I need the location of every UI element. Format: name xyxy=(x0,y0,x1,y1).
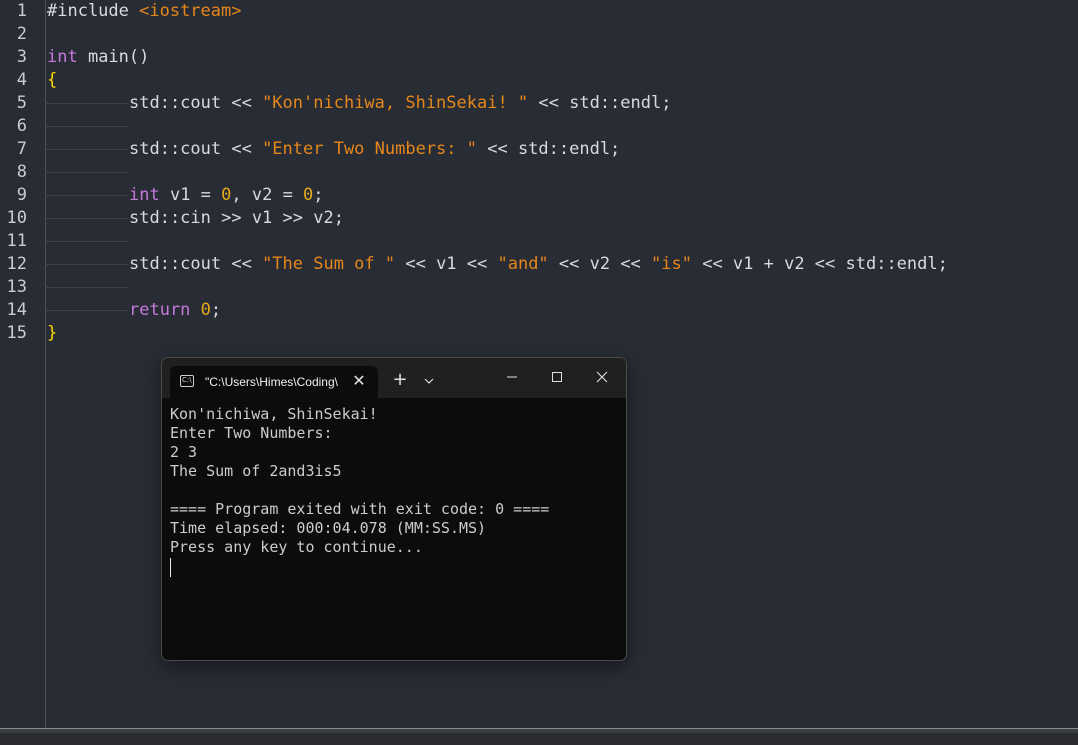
terminal-output-line: Press any key to continue... xyxy=(170,538,423,556)
code-token: << v1 << xyxy=(395,254,498,274)
code-token: return xyxy=(129,300,191,320)
code-token: << std::endl; xyxy=(477,139,621,159)
whitespace-dots xyxy=(47,195,127,196)
code-token: int xyxy=(129,185,160,205)
minimize-icon xyxy=(507,376,517,378)
code-token: , v2 = xyxy=(231,185,304,205)
new-tab-button[interactable]: + xyxy=(390,370,410,390)
code-token: ; xyxy=(313,185,324,205)
code-line[interactable]: } xyxy=(47,322,57,345)
code-token: "Enter Two Numbers: " xyxy=(262,139,477,159)
code-token: "The Sum of " xyxy=(262,254,396,274)
code-token: 0 xyxy=(303,185,314,205)
code-line[interactable] xyxy=(47,230,129,253)
terminal-output[interactable]: Kon'nichiwa, ShinSekai! Enter Two Numbers… xyxy=(170,405,620,557)
code-line[interactable]: return 0; xyxy=(47,299,221,322)
code-token: 0 xyxy=(200,300,211,320)
whitespace-dots xyxy=(47,218,127,219)
code-token: v1 = xyxy=(159,185,222,205)
line-number: 8 xyxy=(16,162,27,182)
line-number: 2 xyxy=(16,24,27,44)
line-number: 1 xyxy=(16,1,27,21)
code-token: int xyxy=(47,47,78,67)
line-number: 11 xyxy=(6,231,27,251)
maximize-button[interactable] xyxy=(535,362,579,392)
code-line[interactable] xyxy=(47,115,129,138)
code-token: } xyxy=(47,323,58,343)
line-number: 10 xyxy=(6,208,27,228)
code-token: std::cin >> v1 >> v2; xyxy=(129,208,344,228)
code-token: <iostream> xyxy=(139,1,242,21)
code-line[interactable] xyxy=(47,161,129,184)
code-token: std::cout << xyxy=(129,93,263,113)
code-token: std::cout << xyxy=(129,139,263,159)
code-token: std::cout << xyxy=(129,254,263,274)
whitespace-dots xyxy=(47,149,127,150)
status-strip-inner xyxy=(0,733,1078,745)
line-number: 12 xyxy=(6,254,27,274)
line-number: 6 xyxy=(16,116,27,136)
code-token: { xyxy=(47,70,58,90)
terminal-window[interactable]: C:\ "C:\Users\Himes\Coding\ ✕ + Kon'nich… xyxy=(161,357,627,661)
line-number: 15 xyxy=(6,323,27,343)
code-token: 0 xyxy=(221,185,232,205)
terminal-icon: C:\ xyxy=(180,375,194,387)
terminal-titlebar[interactable]: C:\ "C:\Users\Himes\Coding\ ✕ + xyxy=(162,358,626,398)
whitespace-dots xyxy=(47,264,127,265)
code-token: "is" xyxy=(651,254,692,274)
whitespace-dots xyxy=(47,287,127,288)
line-number: 9 xyxy=(16,185,27,205)
terminal-icon-glyph: C:\ xyxy=(182,376,192,384)
code-token: "and" xyxy=(497,254,549,274)
code-line[interactable]: int main() xyxy=(47,46,149,69)
code-token: "Kon'nichiwa, ShinSekai! " xyxy=(262,93,529,113)
line-number-gutter: 1 2 3 4 5 6 7 8 9 10 11 12 13 14 15 xyxy=(0,0,46,728)
code-token: #include xyxy=(47,1,140,21)
code-line[interactable]: std::cout << "Kon'nichiwa, ShinSekai! " … xyxy=(47,92,671,115)
code-token: main() xyxy=(77,47,150,67)
code-line[interactable]: std::cout << "The Sum of " << v1 << "and… xyxy=(47,253,948,276)
whitespace-dots xyxy=(47,172,127,173)
bottom-status-strip xyxy=(0,728,1078,745)
line-number: 13 xyxy=(6,277,27,297)
line-number: 4 xyxy=(16,70,27,90)
whitespace-dots xyxy=(47,241,127,242)
chevron-down-icon[interactable] xyxy=(419,371,439,391)
code-token: << std::endl; xyxy=(528,93,672,113)
terminal-output-line: ==== Program exited with exit code: 0 ==… xyxy=(170,500,550,518)
code-token: << v2 << xyxy=(548,254,652,274)
code-line[interactable]: #include <iostream> xyxy=(47,0,241,23)
tab-close-icon[interactable]: ✕ xyxy=(348,370,370,392)
close-icon xyxy=(596,371,608,383)
line-number: 7 xyxy=(16,139,27,159)
tab-title: "C:\Users\Himes\Coding\ xyxy=(205,375,338,389)
line-number: 3 xyxy=(16,47,27,67)
whitespace-dots xyxy=(47,103,127,104)
terminal-output-line: 2 3 xyxy=(170,443,198,461)
code-line[interactable]: std::cin >> v1 >> v2; xyxy=(47,207,344,230)
maximize-icon xyxy=(552,372,562,382)
terminal-tab[interactable]: C:\ "C:\Users\Himes\Coding\ ✕ xyxy=(170,366,378,398)
close-button[interactable] xyxy=(580,362,624,392)
terminal-output-line: Kon'nichiwa, ShinSekai! xyxy=(170,405,378,423)
whitespace-dots xyxy=(47,310,127,311)
code-token: << v1 + v2 << std::endl; xyxy=(691,254,948,274)
code-token: ; xyxy=(210,300,222,320)
line-number: 5 xyxy=(16,93,27,113)
terminal-output-line: Enter Two Numbers: xyxy=(170,424,333,442)
code-line[interactable]: { xyxy=(47,69,57,92)
text-cursor xyxy=(170,558,171,577)
terminal-output-line: The Sum of 2and3is5 xyxy=(170,462,342,480)
terminal-output-line: Time elapsed: 000:04.078 (MM:SS.MS) xyxy=(170,519,487,537)
line-number: 14 xyxy=(6,300,27,320)
minimize-button[interactable] xyxy=(490,362,534,392)
whitespace-dots xyxy=(47,126,127,127)
code-line[interactable] xyxy=(47,276,129,299)
code-line[interactable]: int v1 = 0, v2 = 0; xyxy=(47,184,324,207)
code-line[interactable]: std::cout << "Enter Two Numbers: " << st… xyxy=(47,138,620,161)
